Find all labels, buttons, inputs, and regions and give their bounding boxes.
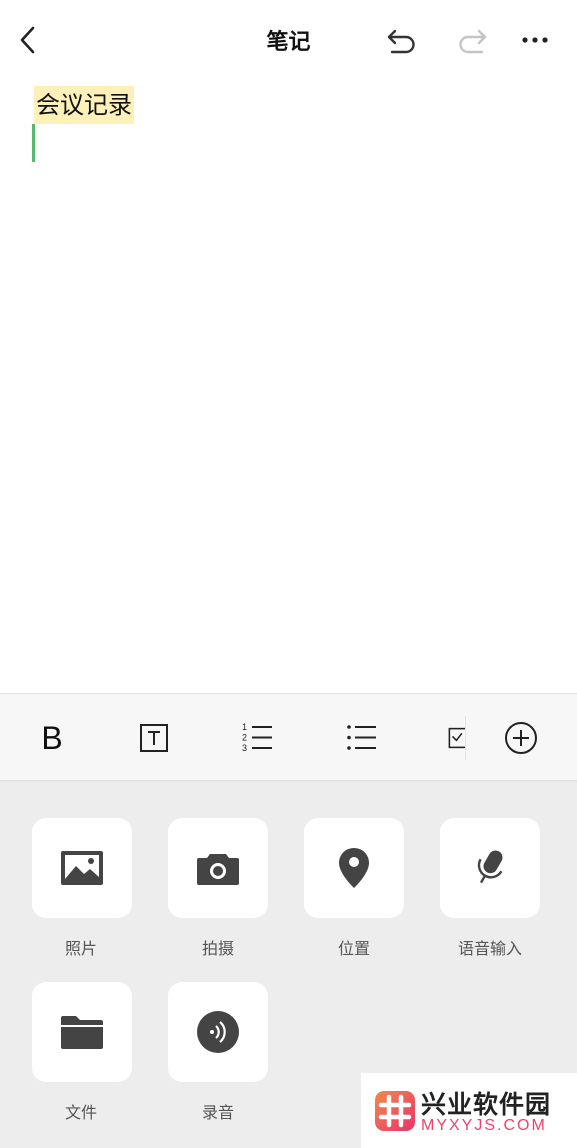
toolbar-divider bbox=[465, 716, 466, 760]
top-navigation-bar: 笔记 bbox=[0, 0, 577, 80]
record-audio-label: 录音 bbox=[201, 1103, 234, 1122]
back-arrow-icon[interactable] bbox=[14, 24, 44, 56]
numbered-digit: 3 bbox=[242, 743, 247, 753]
camera-button[interactable] bbox=[168, 818, 268, 918]
page-title: 笔记 bbox=[266, 30, 311, 55]
bullet-list-button[interactable] bbox=[339, 716, 383, 760]
checklist-icon bbox=[448, 727, 465, 749]
format-toolbar: B 1 2 3 bbox=[0, 693, 577, 781]
add-circle-icon bbox=[505, 722, 537, 754]
numbered-list-button[interactable]: 1 2 3 bbox=[235, 716, 279, 760]
text-style-button[interactable] bbox=[132, 716, 176, 760]
bold-button[interactable]: B bbox=[30, 716, 74, 760]
text-caret bbox=[32, 124, 35, 162]
location-label: 位置 bbox=[337, 939, 370, 958]
add-button[interactable] bbox=[499, 716, 543, 760]
note-editor[interactable] bbox=[0, 80, 577, 693]
checklist-button[interactable] bbox=[440, 716, 465, 760]
microphone-icon bbox=[477, 850, 503, 884]
numbered-list-icon: 1 2 3 bbox=[242, 722, 272, 753]
bullet-list-icon bbox=[347, 725, 376, 750]
voice-input-button[interactable] bbox=[440, 818, 540, 918]
audio-record-icon bbox=[197, 1011, 239, 1053]
watermark-url: MYXYJS.COM bbox=[421, 1117, 547, 1134]
watermark: 兴业软件园 MYXYJS.COM bbox=[361, 1073, 577, 1148]
redo-icon[interactable] bbox=[456, 24, 490, 56]
watermark-logo-icon bbox=[375, 1091, 415, 1131]
folder-icon bbox=[61, 1016, 103, 1049]
numbered-digit: 2 bbox=[242, 733, 247, 743]
camera-icon bbox=[197, 854, 239, 885]
text-style-icon bbox=[140, 724, 168, 752]
location-pin-icon bbox=[339, 848, 369, 888]
undo-icon[interactable] bbox=[384, 24, 418, 56]
bold-label: B bbox=[41, 719, 63, 756]
location-button[interactable] bbox=[304, 818, 404, 918]
photo-label: 照片 bbox=[64, 939, 97, 958]
record-audio-button[interactable] bbox=[168, 982, 268, 1082]
more-icon[interactable] bbox=[518, 24, 552, 56]
file-button[interactable] bbox=[32, 982, 132, 1082]
camera-label: 拍摄 bbox=[201, 939, 234, 958]
watermark-name: 兴业软件园 bbox=[421, 1090, 552, 1119]
photo-icon bbox=[61, 851, 103, 885]
file-label: 文件 bbox=[64, 1103, 97, 1122]
note-heading-line[interactable]: 会议记录 bbox=[34, 86, 134, 124]
voice-input-label: 语音输入 bbox=[457, 939, 522, 958]
numbered-digit: 1 bbox=[242, 722, 247, 732]
photo-button[interactable] bbox=[32, 818, 132, 918]
